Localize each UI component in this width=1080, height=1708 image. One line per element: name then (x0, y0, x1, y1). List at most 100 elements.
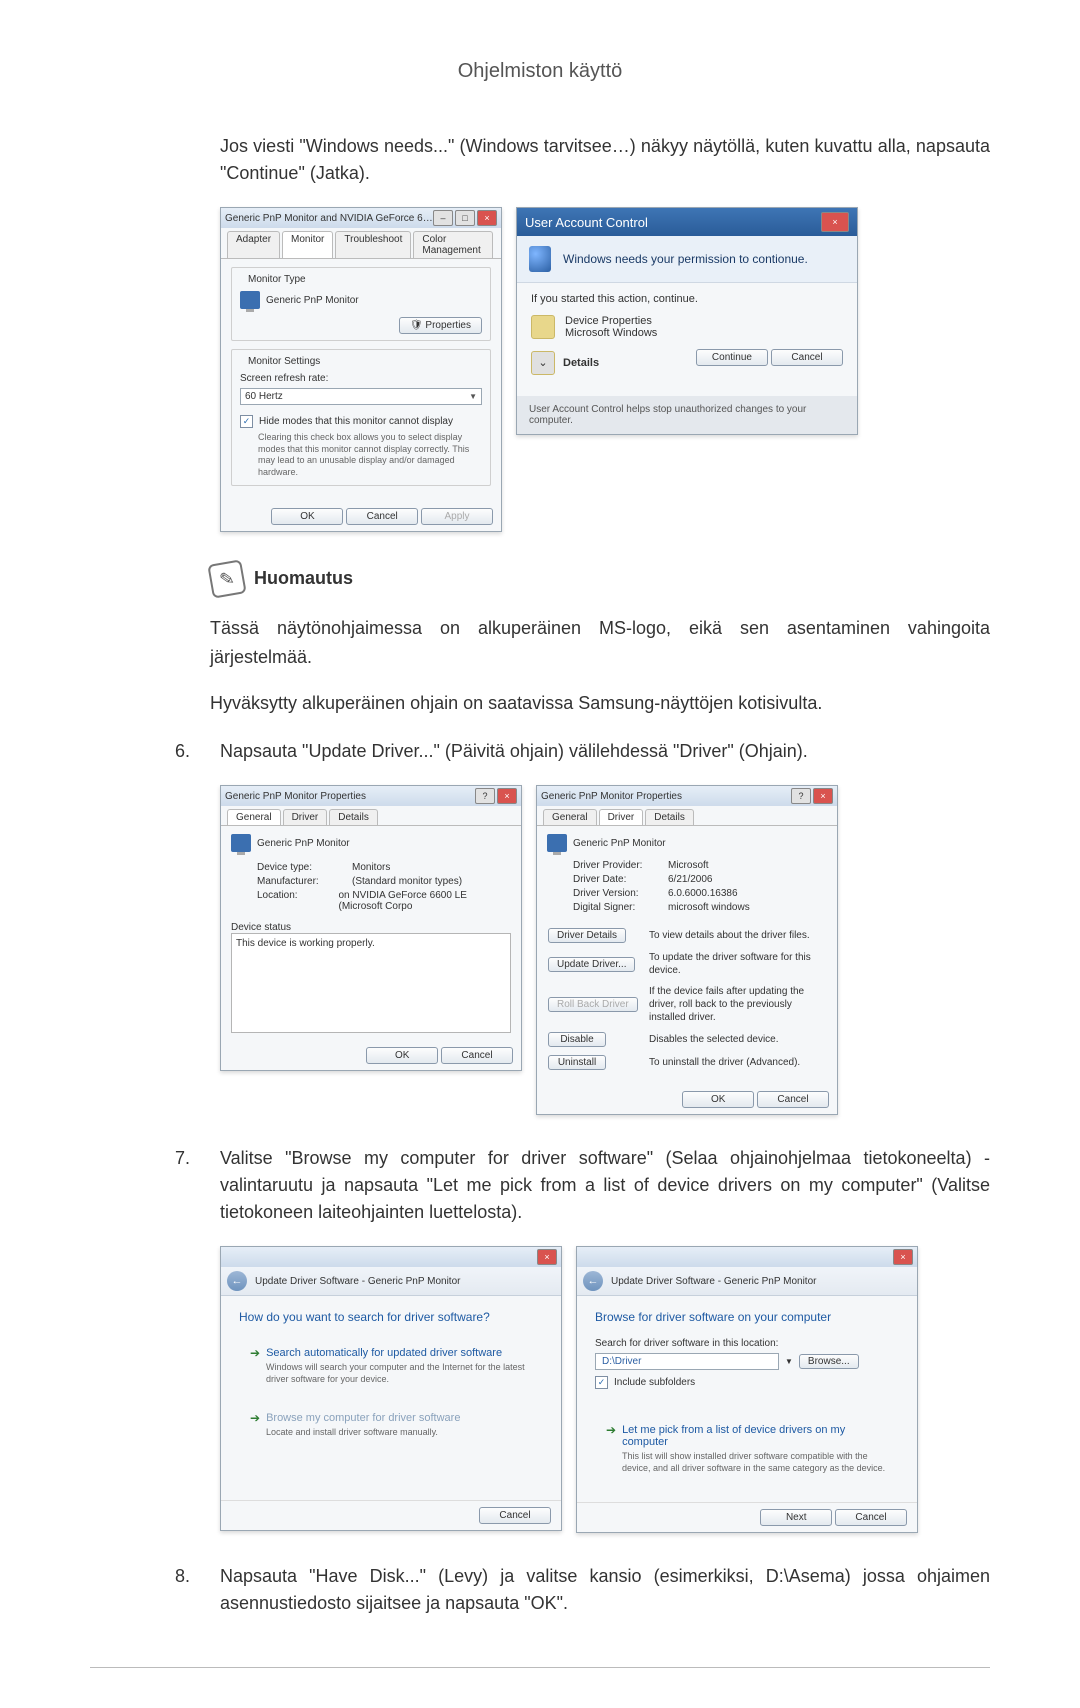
cancel-button[interactable]: Cancel (835, 1509, 907, 1526)
monitor-type-label: Monitor Type (244, 274, 310, 285)
include-subfolders-checkbox[interactable]: ✓ (595, 1376, 608, 1389)
update-driver-button[interactable]: Update Driver... (548, 957, 635, 972)
hide-modes-label: Hide modes that this monitor cannot disp… (259, 415, 453, 428)
uac-details-toggle[interactable]: Details (563, 357, 599, 369)
option-desc: Windows will search your computer and th… (266, 1362, 532, 1385)
rollback-driver-button[interactable]: Roll Back Driver (548, 997, 638, 1012)
ok-button[interactable]: OK (271, 508, 343, 525)
figure-row-3: × ← Update Driver Software - Generic PnP… (220, 1246, 990, 1532)
uac-started-text: If you started this action, continue. (531, 293, 843, 305)
continue-button[interactable]: Continue (696, 349, 768, 366)
properties-driver-dialog: Generic PnP Monitor Properties ? × Gener… (536, 785, 838, 1115)
refresh-rate-select[interactable]: 60 Hertz▼ (240, 388, 482, 405)
driver-provider-value: Microsoft (668, 860, 709, 871)
browse-button[interactable]: Browse... (799, 1354, 859, 1369)
manufacturer-value: (Standard monitor types) (352, 876, 462, 887)
monitor-name: Generic PnP Monitor (266, 295, 359, 306)
ok-button[interactable]: OK (682, 1091, 754, 1108)
update-driver-desc: To update the driver software for this d… (639, 950, 827, 978)
driver-details-button[interactable]: Driver Details (548, 928, 626, 943)
arrow-icon: ➔ (250, 1347, 260, 1359)
next-button[interactable]: Next (760, 1509, 832, 1526)
figure-row-2: Generic PnP Monitor Properties ? × Gener… (220, 785, 990, 1115)
option-desc: This list will show installed driver sof… (622, 1451, 888, 1474)
device-type-label: Device type: (257, 862, 342, 873)
tab-adapter[interactable]: Adapter (227, 231, 280, 258)
uac-titlebar: User Account Control × (517, 208, 857, 236)
help-icon[interactable]: ? (475, 788, 495, 804)
tab-driver[interactable]: Driver (283, 809, 328, 825)
device-name: Generic PnP Monitor (257, 838, 350, 849)
wizard-heading: Browse for driver software on your compu… (595, 1310, 899, 1324)
uac-program-name: Device Properties (565, 315, 657, 327)
path-input[interactable]: D:\Driver (595, 1353, 779, 1370)
manufacturer-label: Manufacturer: (257, 876, 342, 887)
option-browse-computer[interactable]: ➔Browse my computer for driver software … (239, 1403, 543, 1448)
arrow-icon: ➔ (250, 1412, 260, 1424)
uninstall-desc: To uninstall the driver (Advanced). (639, 1054, 827, 1071)
hide-modes-checkbox[interactable]: ✓ (240, 415, 253, 428)
option-pick-from-list[interactable]: ➔Let me pick from a list of device drive… (595, 1415, 899, 1483)
chevron-down-icon[interactable]: ▼ (785, 1357, 793, 1366)
tab-troubleshoot[interactable]: Troubleshoot (335, 231, 411, 258)
refresh-rate-label: Screen refresh rate: (240, 373, 482, 384)
cancel-button[interactable]: Cancel (757, 1091, 829, 1108)
step-text: Napsauta "Update Driver..." (Päivitä ohj… (220, 738, 990, 765)
uac-banner-text: Windows needs your permission to contion… (563, 252, 808, 266)
footer-rule (90, 1667, 990, 1668)
notice-heading: Huomautus (254, 568, 353, 589)
chevron-down-icon: ▼ (469, 392, 477, 401)
breadcrumb: Update Driver Software - Generic PnP Mon… (255, 1276, 460, 1287)
ok-button[interactable]: OK (366, 1047, 438, 1064)
breadcrumb: Update Driver Software - Generic PnP Mon… (611, 1276, 816, 1287)
back-icon[interactable]: ← (583, 1271, 603, 1291)
close-icon[interactable]: × (477, 210, 497, 226)
intro-paragraph: Jos viesti "Windows needs..." (Windows t… (220, 133, 990, 187)
properties-general-dialog: Generic PnP Monitor Properties ? × Gener… (220, 785, 522, 1071)
apply-button[interactable]: Apply (421, 508, 493, 525)
driver-version-label: Driver Version: (573, 888, 658, 899)
uac-program-publisher: Microsoft Windows (565, 327, 657, 339)
location-label: Location: (257, 890, 329, 912)
chevron-down-icon[interactable]: ⌄ (531, 351, 555, 375)
cancel-button[interactable]: Cancel (771, 349, 843, 366)
close-icon[interactable]: × (821, 212, 849, 232)
monitor-icon (547, 834, 567, 852)
close-icon[interactable]: × (537, 1249, 557, 1265)
digital-signer-label: Digital Signer: (573, 902, 658, 913)
minimize-icon[interactable]: – (433, 210, 453, 226)
step-number: 6. (175, 738, 200, 765)
notice-paragraph-2: Hyväksytty alkuperäinen ohjain on saatav… (210, 689, 990, 718)
disable-button[interactable]: Disable (548, 1032, 606, 1047)
driver-details-desc: To view details about the driver files. (639, 927, 827, 944)
tab-details[interactable]: Details (329, 809, 378, 825)
tab-driver[interactable]: Driver (599, 809, 644, 825)
option-search-auto[interactable]: ➔Search automatically for updated driver… (239, 1338, 543, 1394)
window-title: Generic PnP Monitor Properties (225, 791, 366, 802)
titlebar: Generic PnP Monitor and NVIDIA GeForce 6… (221, 208, 501, 228)
tab-monitor[interactable]: Monitor (282, 231, 333, 258)
device-type-value: Monitors (352, 862, 390, 873)
tab-general[interactable]: General (543, 809, 597, 825)
device-name: Generic PnP Monitor (573, 838, 666, 849)
update-wizard-browse-dialog: × ← Update Driver Software - Generic PnP… (576, 1246, 918, 1532)
cancel-button[interactable]: Cancel (479, 1507, 551, 1524)
back-icon[interactable]: ← (227, 1271, 247, 1291)
uninstall-button[interactable]: Uninstall (548, 1055, 606, 1070)
cancel-button[interactable]: Cancel (346, 508, 418, 525)
notice-paragraph-1: Tässä näytönohjaimessa on alkuperäinen M… (210, 614, 990, 672)
include-subfolders-label: Include subfolders (614, 1376, 695, 1389)
monitor-icon (231, 834, 251, 852)
shield-icon (529, 246, 551, 272)
help-icon[interactable]: ? (791, 788, 811, 804)
tab-general[interactable]: General (227, 809, 281, 825)
wizard-question: How do you want to search for driver sof… (239, 1310, 543, 1324)
tab-color-management[interactable]: Color Management (413, 231, 493, 258)
maximize-icon[interactable]: □ (455, 210, 475, 226)
close-icon[interactable]: × (813, 788, 833, 804)
tab-details[interactable]: Details (645, 809, 694, 825)
properties-button[interactable]: 🛡 Properties (399, 317, 482, 334)
close-icon[interactable]: × (893, 1249, 913, 1265)
cancel-button[interactable]: Cancel (441, 1047, 513, 1064)
close-icon[interactable]: × (497, 788, 517, 804)
